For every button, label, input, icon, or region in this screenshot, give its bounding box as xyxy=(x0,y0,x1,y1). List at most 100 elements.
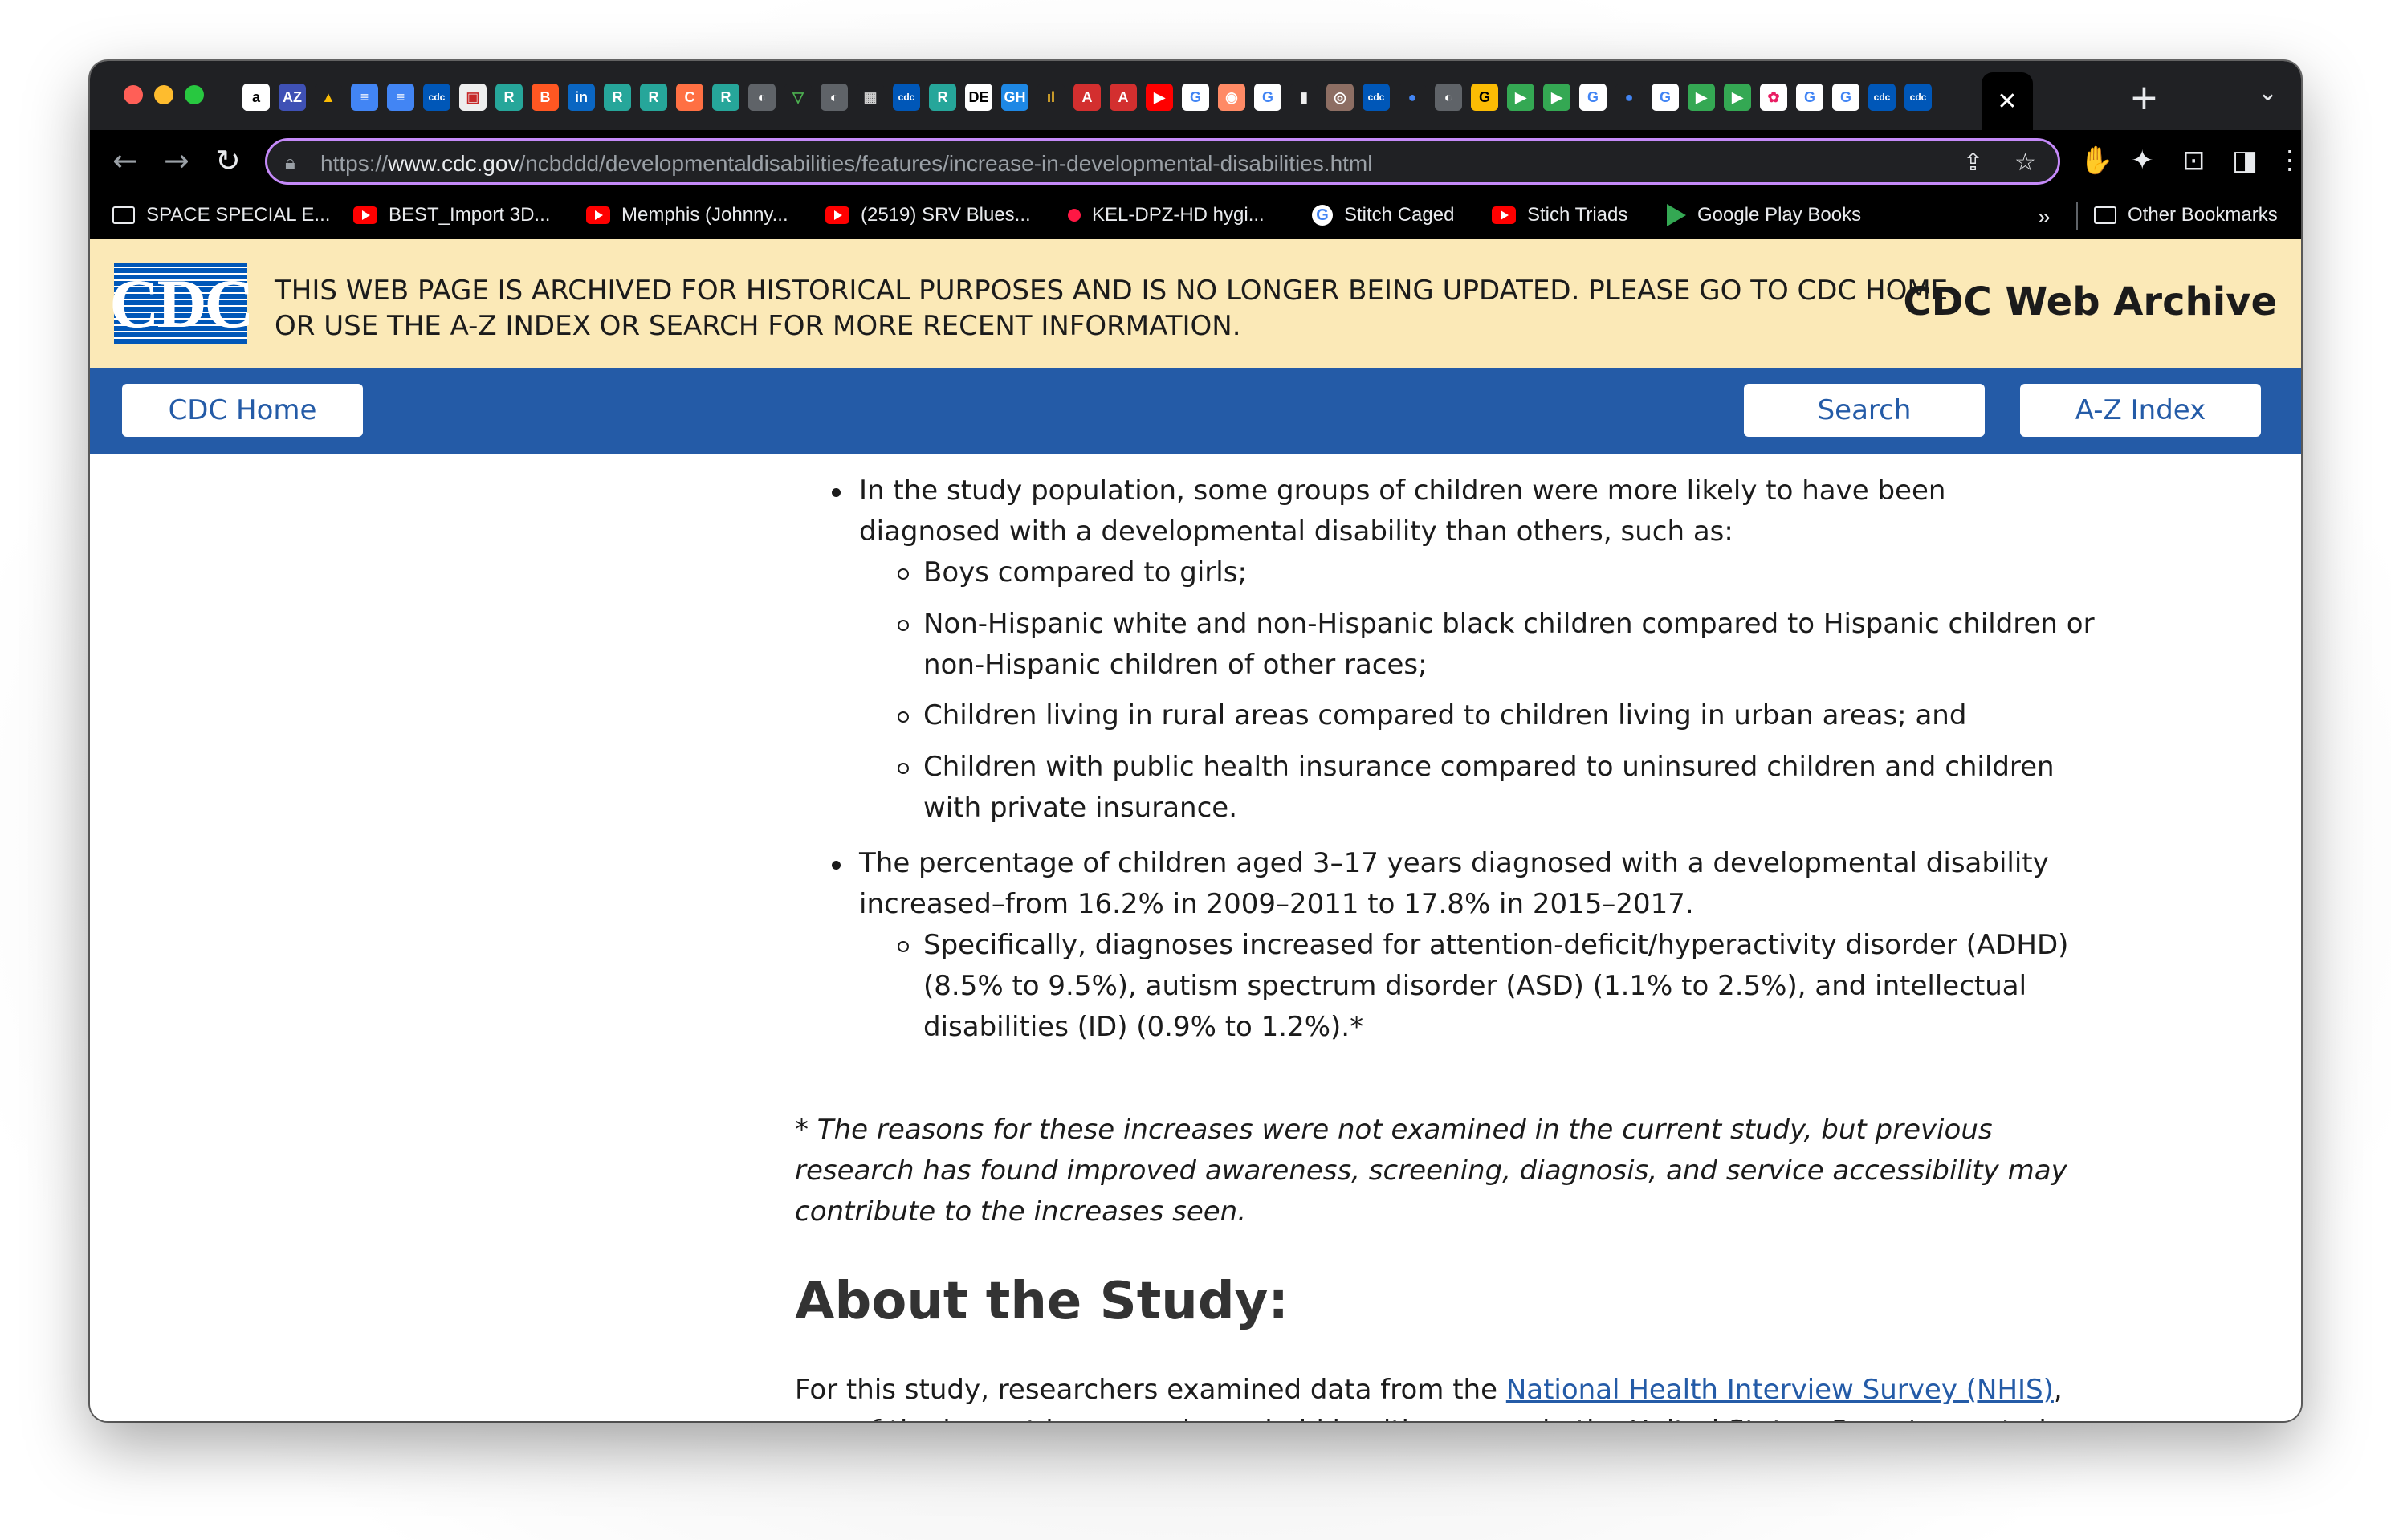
tab-favicon-icon[interactable]: ◐ xyxy=(748,84,776,111)
zoom-window-button[interactable] xyxy=(185,85,204,104)
tab-favicon-icon[interactable]: ▽ xyxy=(784,84,812,111)
folder-icon xyxy=(112,206,135,224)
tab-favicon-icon[interactable]: ✿ xyxy=(1760,84,1787,111)
more-menu-icon[interactable]: ⋮ xyxy=(2277,145,2301,175)
tab-favicon-icon[interactable]: ◐ xyxy=(821,84,848,111)
tab-favicon-icon[interactable]: ▦ xyxy=(857,84,884,111)
tab-favicon-icon[interactable]: ▣ xyxy=(459,84,487,111)
active-tab[interactable]: ✕ xyxy=(1982,72,2033,130)
bookmark-item[interactable]: SPACE SPECIAL E... xyxy=(112,204,330,226)
reload-icon[interactable]: ↻ xyxy=(215,143,241,178)
browser-window: a AZ ▲ ≡ ≡ cdc ▣ R Bin R R C R ◐ ▽ ◐ ▦ cdc R DE GH ıl A A ▶ G ◉ G ▮ ◎… xyxy=(90,61,2301,1421)
tab-favicon-icon[interactable]: ▶ xyxy=(1146,84,1173,111)
tab-favicon-icon[interactable]: G xyxy=(1796,84,1823,111)
tab-favicon-icon[interactable]: cdc xyxy=(893,84,920,111)
bookmark-item[interactable]: Memphis (Johnny... xyxy=(586,204,788,226)
tab-search-chevron-icon[interactable]: ⌄ xyxy=(2258,79,2278,107)
tab-favicon-icon[interactable]: ▮ xyxy=(1290,84,1318,111)
bookmark-item[interactable]: KEL-DPZ-HD hygi... xyxy=(1068,204,1265,226)
share-icon[interactable]: ⇪ xyxy=(1963,149,1983,177)
url-text[interactable]: https://www.cdc.gov/ncbddd/developmental… xyxy=(320,151,1372,177)
list-item: The percentage of children aged 3–17 yea… xyxy=(832,843,2063,925)
tab-favicon-icon[interactable]: ≡ xyxy=(351,84,378,111)
cdc-home-button[interactable]: CDC Home xyxy=(122,384,363,437)
tab-close-icon[interactable]: ✕ xyxy=(1997,88,2017,116)
bookmark-item[interactable]: (2519) SRV Blues... xyxy=(825,204,1031,226)
tab-favicon-icon[interactable]: A xyxy=(1073,84,1101,111)
other-bookmarks-folder[interactable]: Other Bookmarks xyxy=(2094,204,2278,226)
sub-list-item: Non-Hispanic white and non-Hispanic blac… xyxy=(898,604,2096,686)
bookmark-star-icon[interactable]: ☆ xyxy=(2014,149,2036,177)
bookmark-item[interactable]: BEST_Import 3D... xyxy=(353,204,550,226)
footnote: * The reasons for these increases were n… xyxy=(795,1114,2067,1228)
tab-favicon-icon[interactable]: G xyxy=(1652,84,1679,111)
sub-list-item: Specifically, diagnoses increased for at… xyxy=(898,925,2096,1048)
tab-favicon-icon[interactable]: R xyxy=(712,84,739,111)
tab-favicon-icon[interactable]: ◎ xyxy=(1326,84,1354,111)
sub-list-item: Boys compared to girls; xyxy=(898,552,2096,593)
cast-icon[interactable]: ⊡ xyxy=(2182,145,2206,177)
tab-favicon-icon[interactable]: ◐ xyxy=(1435,84,1462,111)
tab-favicon-icon[interactable]: ▲ xyxy=(315,84,342,111)
sub-list-item: Children living in rural areas compared … xyxy=(898,695,2096,736)
tab-favicon-icon[interactable]: AZ xyxy=(279,84,306,111)
tab-favicon-icon[interactable]: ≡ xyxy=(387,84,414,111)
extensions-puzzle-icon[interactable]: ✦ xyxy=(2131,145,2154,177)
tab-list: a AZ ▲ ≡ ≡ cdc ▣ R Bin R R C R ◐ ▽ ◐ ▦ cdc R DE GH ıl A A ▶ G ◉ G ▮ ◎… xyxy=(242,84,1932,111)
tab-favicon-icon[interactable]: ▶ xyxy=(1724,84,1751,111)
tab-favicon-icon[interactable]: ▶ xyxy=(1507,84,1534,111)
tab-favicon-icon[interactable]: ● xyxy=(1399,84,1426,111)
tab-favicon-icon[interactable]: G xyxy=(1832,84,1859,111)
tab-favicon-icon[interactable]: cdc xyxy=(1868,84,1896,111)
tab-favicon-icon[interactable]: ● xyxy=(1615,84,1643,111)
tab-favicon-icon[interactable]: G xyxy=(1182,84,1209,111)
tab-favicon-icon[interactable]: C xyxy=(676,84,703,111)
main-content: In the study population, some groups of … xyxy=(90,454,2301,1421)
tab-favicon-icon[interactable]: R xyxy=(640,84,667,111)
tab-favicon-icon[interactable]: ◉ xyxy=(1218,84,1245,111)
tab-favicon-icon[interactable]: DE xyxy=(965,84,992,111)
sub-list-item: Children with public health insurance co… xyxy=(898,747,2096,829)
bookmark-item[interactable]: Google Play Books xyxy=(1667,204,1861,226)
tab-favicon-icon[interactable]: ıl xyxy=(1037,84,1065,111)
tab-favicon-icon[interactable]: R xyxy=(604,84,631,111)
az-index-button[interactable]: A-Z Index xyxy=(2020,384,2261,437)
tab-favicon-icon[interactable]: cdc xyxy=(1363,84,1390,111)
tab-favicon-icon[interactable]: cdc xyxy=(1904,84,1932,111)
tab-favicon-icon[interactable]: A xyxy=(1110,84,1137,111)
tab-favicon-icon[interactable]: in xyxy=(568,84,595,111)
tab-favicon-icon[interactable]: R xyxy=(495,84,523,111)
search-button[interactable]: Search xyxy=(1744,384,1985,437)
bookmark-item[interactable]: G Stitch Caged xyxy=(1312,204,1454,226)
back-arrow-icon[interactable]: ← xyxy=(112,143,138,178)
lock-icon[interactable]: 🔒︎ xyxy=(285,151,295,173)
close-window-button[interactable] xyxy=(124,85,143,104)
tab-favicon-icon[interactable]: ▶ xyxy=(1543,84,1570,111)
forward-arrow-icon[interactable]: → xyxy=(164,143,189,178)
youtube-icon xyxy=(586,206,610,224)
archive-banner: CDC THIS WEB PAGE IS ARCHIVED FOR HISTOR… xyxy=(90,239,2301,368)
extension-hand-icon[interactable]: ✋ xyxy=(2079,145,2113,177)
site-nav: CDC Home Search A-Z Index xyxy=(90,368,2301,454)
tab-favicon-icon[interactable]: GH xyxy=(1001,84,1028,111)
more-bookmarks-button[interactable]: » xyxy=(2038,204,2051,230)
tab-favicon-icon[interactable]: G xyxy=(1254,84,1281,111)
bookmark-item[interactable]: Stich Triads xyxy=(1492,204,1627,226)
paragraph: For this study, researchers examined dat… xyxy=(795,1374,2063,1421)
nhis-link[interactable]: National Health Interview Survey (NHIS) xyxy=(1506,1374,2054,1406)
new-tab-button[interactable]: + xyxy=(2129,77,2159,118)
tab-favicon-icon[interactable]: B xyxy=(532,84,559,111)
minimize-window-button[interactable] xyxy=(154,85,173,104)
dot-icon xyxy=(1068,209,1081,222)
cdc-logo[interactable]: CDC xyxy=(109,263,255,344)
folder-icon xyxy=(2094,206,2116,224)
tab-favicon-icon[interactable]: cdc xyxy=(423,84,450,111)
tab-favicon-icon[interactable]: ▶ xyxy=(1688,84,1715,111)
youtube-icon xyxy=(1492,206,1516,224)
tab-favicon-icon[interactable]: a xyxy=(242,84,270,111)
tab-favicon-icon[interactable]: R xyxy=(929,84,956,111)
side-panel-icon[interactable]: ◨ xyxy=(2232,145,2258,177)
tab-favicon-icon[interactable]: G xyxy=(1579,84,1607,111)
tab-favicon-icon[interactable]: G xyxy=(1471,84,1498,111)
address-bar[interactable]: 🔒︎ https://www.cdc.gov/ncbddd/developmen… xyxy=(265,138,2060,185)
